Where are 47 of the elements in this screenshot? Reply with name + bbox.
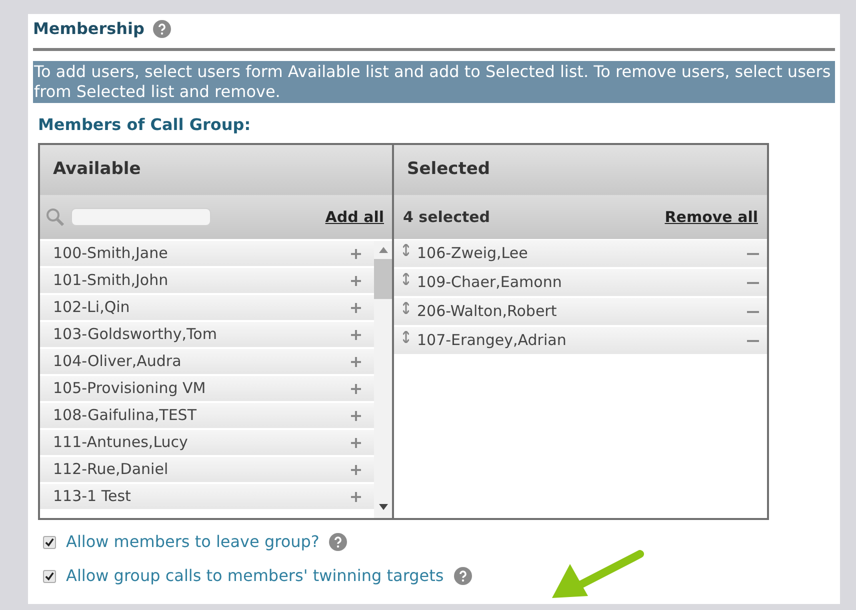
- selected-item[interactable]: 106-Zweig,Lee: [394, 240, 767, 267]
- selected-item[interactable]: 107-Erangey,Adrian: [394, 327, 767, 354]
- available-item[interactable]: 100-Smith,Jane: [40, 241, 374, 266]
- help-icon[interactable]: [329, 533, 348, 551]
- group-label: Members of Call Group:: [38, 114, 252, 136]
- selected-item[interactable]: 206-Walton,Robert: [394, 298, 767, 325]
- add-icon[interactable]: [351, 438, 361, 448]
- add-icon[interactable]: [351, 276, 361, 286]
- scrollbar[interactable]: [374, 241, 392, 518]
- add-icon[interactable]: [351, 356, 361, 366]
- available-item[interactable]: 104-Oliver,Audra: [40, 349, 374, 374]
- search-field[interactable]: [71, 208, 211, 226]
- available-item[interactable]: 101-Smith,John: [40, 268, 374, 293]
- selected-count: 4 selected: [403, 206, 490, 228]
- add-icon[interactable]: [351, 248, 361, 258]
- available-item[interactable]: 111-Antunes,Lucy: [40, 430, 374, 455]
- option-label[interactable]: Allow members to leave group?: [66, 530, 320, 554]
- available-item[interactable]: 102-Li,Qin: [40, 295, 374, 320]
- help-icon[interactable]: [152, 20, 170, 38]
- scroll-thumb[interactable]: [374, 259, 392, 299]
- available-item[interactable]: 112-Rue,Daniel: [40, 457, 374, 482]
- instruction-banner: To add users, select users form Available list and add to Selected list. To remove users, select users from Selected list and remove.: [33, 61, 835, 103]
- add-icon[interactable]: [351, 330, 361, 340]
- section-title: Membership: [33, 18, 144, 40]
- available-item[interactable]: 105-Provisioning VM: [40, 376, 374, 401]
- search-icon: [45, 207, 65, 227]
- help-icon[interactable]: [454, 567, 472, 585]
- add-all-link[interactable]: Add all: [325, 206, 384, 228]
- drag-handle-icon[interactable]: [403, 273, 409, 285]
- column-heading: Selected: [407, 158, 490, 182]
- drag-handle-icon[interactable]: [403, 331, 409, 343]
- selected-item[interactable]: 109-Chaer,Eamonn: [394, 269, 767, 296]
- add-icon[interactable]: [351, 384, 361, 394]
- checkbox[interactable]: [43, 570, 56, 582]
- drag-handle-icon[interactable]: [403, 302, 409, 314]
- option-label[interactable]: Allow group calls to members' twinning targets: [66, 564, 444, 588]
- add-icon[interactable]: [351, 492, 361, 502]
- add-icon[interactable]: [351, 464, 361, 474]
- available-item[interactable]: 103-Goldsworthy,Tom: [40, 322, 374, 347]
- add-icon[interactable]: [351, 410, 361, 420]
- remove-all-link[interactable]: Remove all: [664, 206, 758, 228]
- checkbox[interactable]: [43, 536, 56, 548]
- add-icon[interactable]: [351, 302, 361, 312]
- available-item[interactable]: 108-Gaifulina,TEST: [40, 403, 374, 428]
- available-item[interactable]: 113-1 Test: [40, 484, 374, 509]
- drag-handle-icon[interactable]: [403, 244, 409, 256]
- column-heading: Available: [53, 158, 141, 182]
